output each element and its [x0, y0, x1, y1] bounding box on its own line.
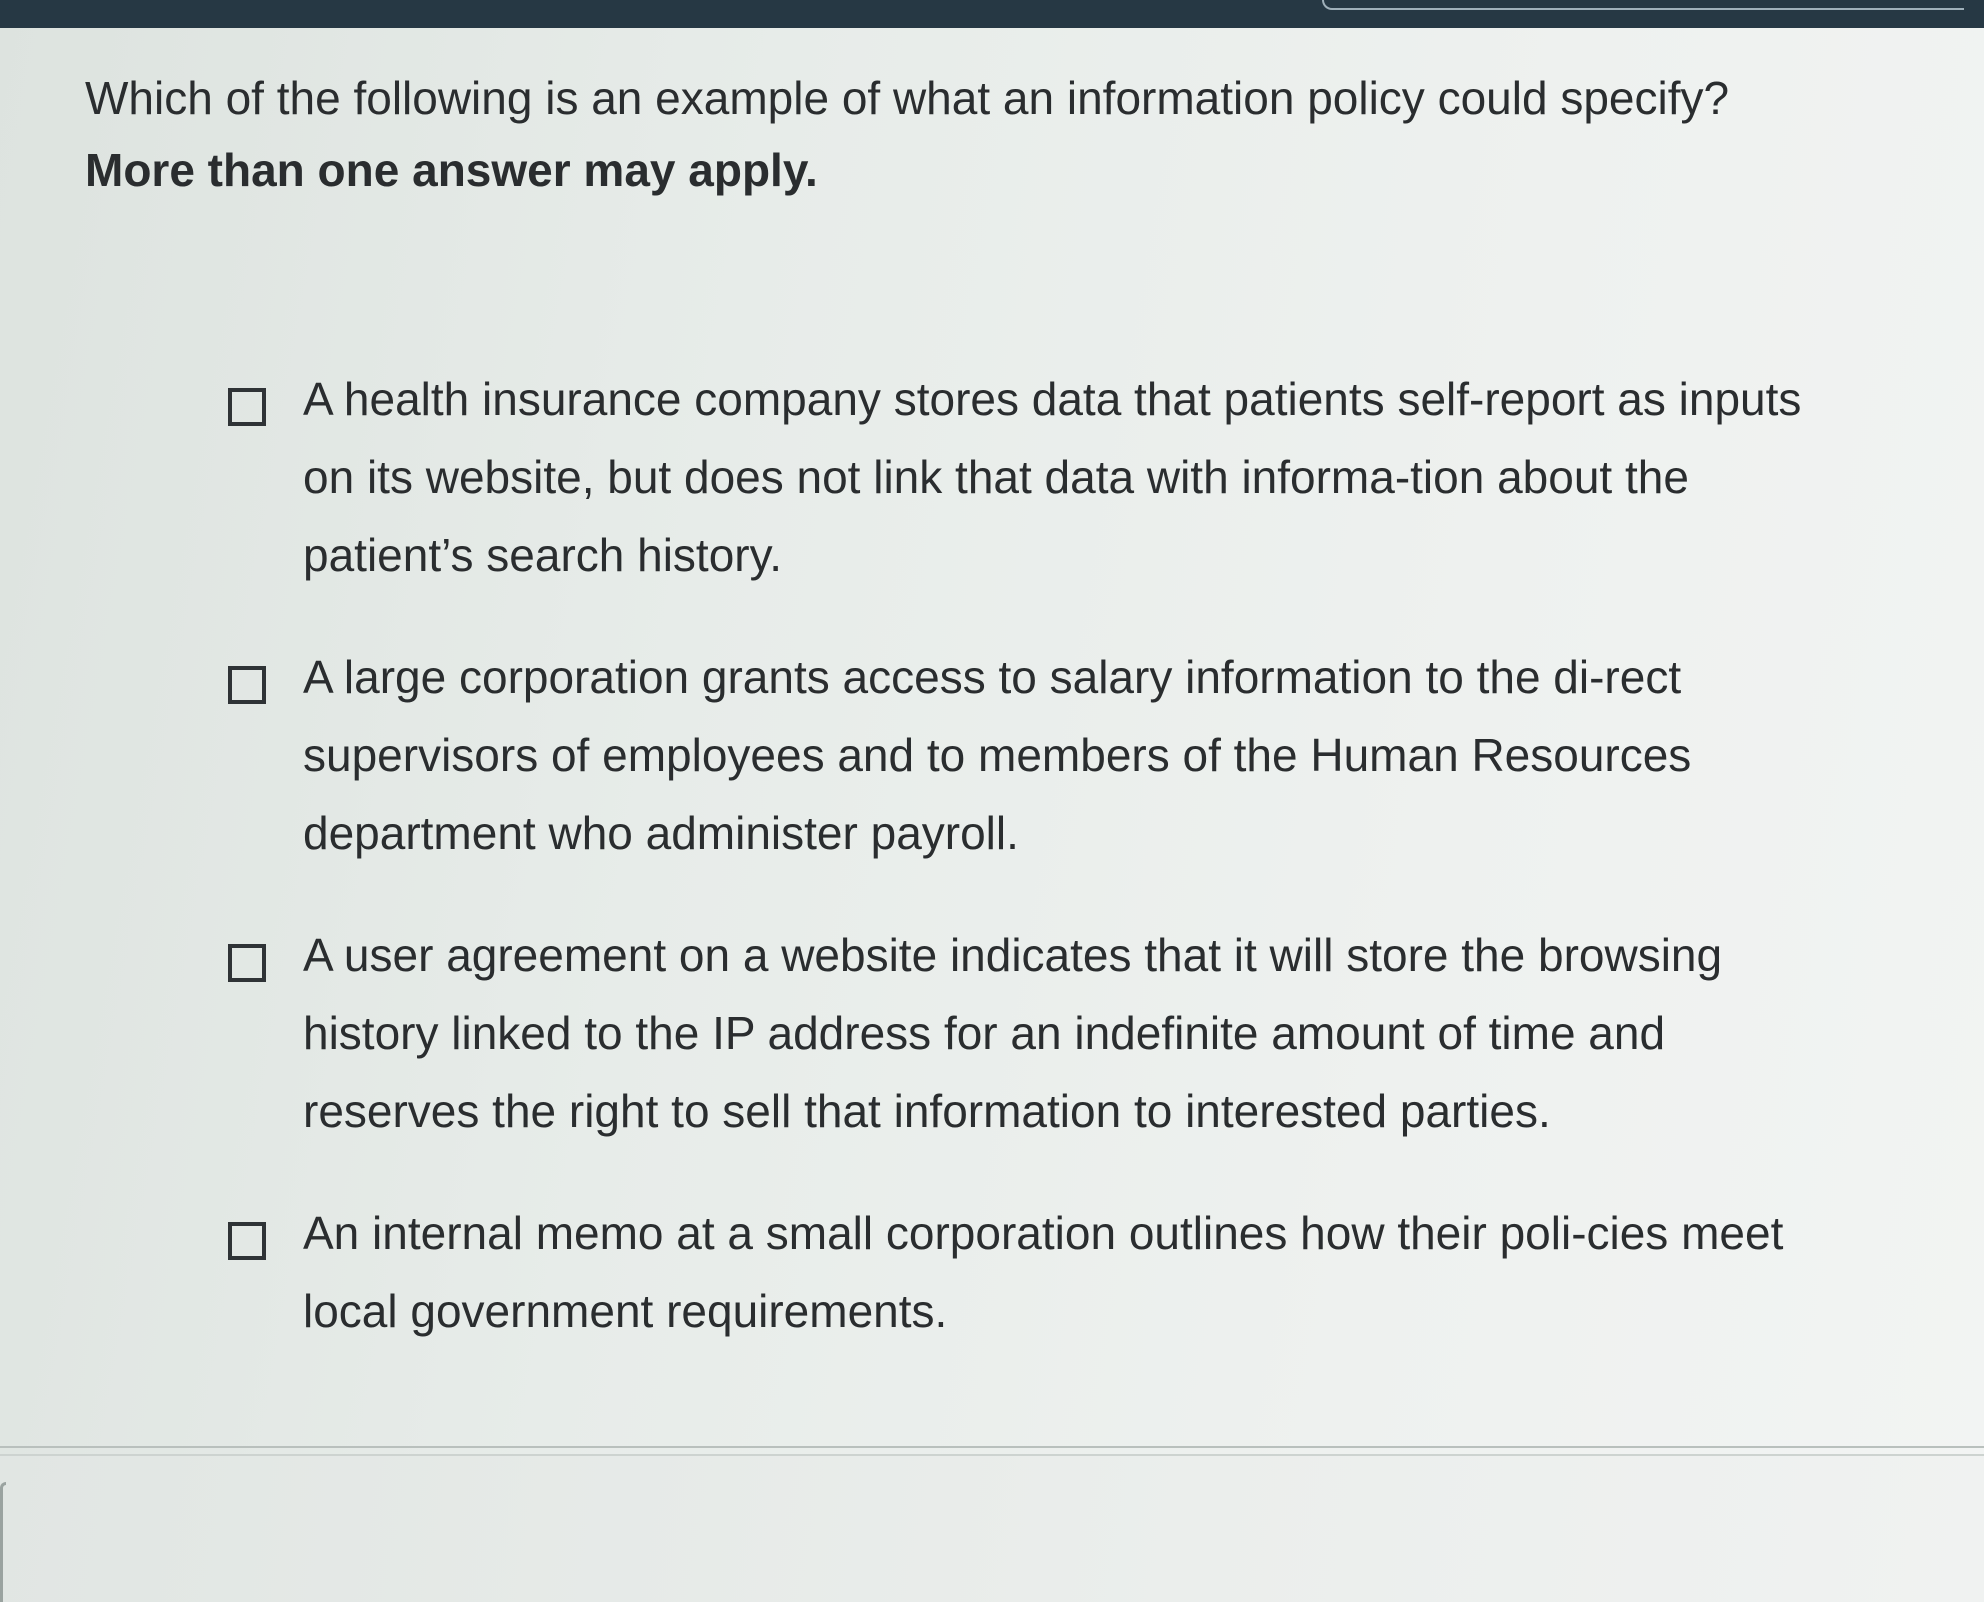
section-divider: [0, 1446, 1984, 1456]
answer-option-1[interactable]: A health insurance company stores data t…: [228, 360, 1848, 594]
answer-option-3[interactable]: A user agreement on a website indicates …: [228, 916, 1848, 1150]
answer-option-2[interactable]: A large corporation grants access to sal…: [228, 638, 1848, 872]
top-bar-tab: [1322, 0, 1964, 10]
question-prompt: Which of the following is an example of …: [85, 72, 1730, 124]
checkbox-option-1[interactable]: [228, 388, 266, 426]
question-instruction: More than one answer may apply.: [85, 144, 818, 196]
answer-option-4[interactable]: An internal memo at a small corporation …: [228, 1194, 1848, 1350]
next-section: [0, 1456, 1984, 1602]
option-label-3[interactable]: A user agreement on a website indicates …: [303, 916, 1843, 1150]
option-label-2[interactable]: A large corporation grants access to sal…: [303, 638, 1843, 872]
checkbox-option-3[interactable]: [228, 944, 266, 982]
option-label-4[interactable]: An internal memo at a small corporation …: [303, 1194, 1843, 1350]
checkbox-option-2[interactable]: [228, 666, 266, 704]
answer-options: A health insurance company stores data t…: [228, 360, 1848, 1350]
top-bar: [0, 0, 1984, 28]
question-panel: Which of the following is an example of …: [0, 28, 1984, 1454]
question-text: Which of the following is an example of …: [85, 62, 1805, 206]
checkbox-option-4[interactable]: [228, 1222, 266, 1260]
option-label-1[interactable]: A health insurance company stores data t…: [303, 360, 1843, 594]
next-panel-edge: [0, 1482, 6, 1602]
